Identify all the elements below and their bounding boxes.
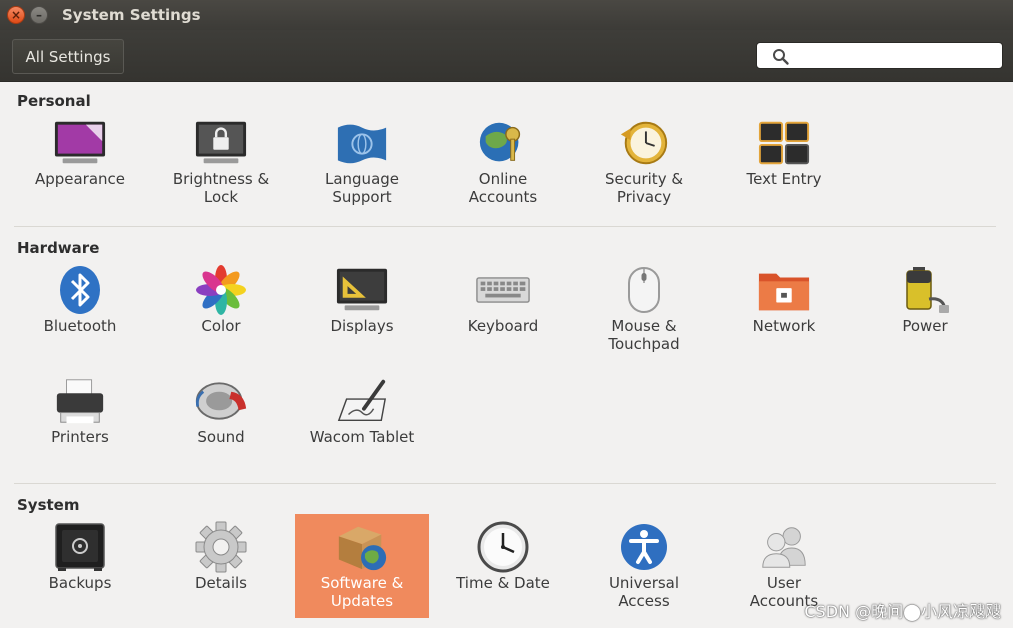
settings-item-security-privacy[interactable]: Security & Privacy (577, 110, 711, 214)
minimize-window-button[interactable]: – (30, 6, 48, 24)
title-bar: × – System Settings (0, 0, 1013, 30)
all-settings-button[interactable]: All Settings (12, 39, 124, 74)
settings-item-language-support[interactable]: Language Support (295, 110, 429, 214)
text-entry-icon (757, 116, 811, 170)
settings-item-color[interactable]: Color (154, 257, 288, 361)
sound-icon (194, 374, 248, 428)
universal-access-icon (617, 520, 671, 574)
watermark: CSDN @晚间⬤小风凉飕飕 (804, 602, 1001, 621)
bluetooth-icon (53, 263, 107, 317)
network-icon (757, 263, 811, 317)
window-title: System Settings (62, 6, 201, 24)
settings-item-power[interactable]: Power (858, 257, 992, 361)
settings-item-backups[interactable]: Backups (13, 514, 147, 618)
backups-icon (53, 520, 107, 574)
appearance-icon (53, 116, 107, 170)
settings-item-sound[interactable]: Sound (154, 368, 288, 472)
software-updates-icon (335, 520, 389, 574)
settings-item-time-date[interactable]: Time & Date (436, 514, 570, 618)
section-divider (14, 483, 996, 484)
settings-item-displays[interactable]: Displays (295, 257, 429, 361)
settings-item-wacom-tablet[interactable]: Wacom Tablet (295, 368, 429, 472)
settings-item-brightness-lock[interactable]: Brightness & Lock (154, 110, 288, 214)
settings-item-bluetooth[interactable]: Bluetooth (13, 257, 147, 361)
displays-icon (335, 263, 389, 317)
settings-item-text-entry[interactable]: Text Entry (717, 110, 851, 214)
settings-item-keyboard[interactable]: Keyboard (436, 257, 570, 361)
section-divider (14, 226, 996, 227)
close-icon: × (10, 8, 22, 22)
keyboard-icon (476, 263, 530, 317)
section-title-hardware: Hardware (17, 239, 100, 257)
power-icon (898, 263, 952, 317)
printer-icon (53, 374, 107, 428)
section-title-personal: Personal (17, 92, 91, 110)
brightness-lock-icon (194, 116, 248, 170)
settings-item-appearance[interactable]: Appearance (13, 110, 147, 214)
settings-item-software-updates[interactable]: Software & Updates (295, 514, 429, 618)
wacom-tablet-icon (335, 374, 389, 428)
toolbar: All Settings (0, 30, 1013, 82)
online-accounts-icon (476, 116, 530, 170)
minimize-icon: – (36, 8, 42, 22)
settings-item-details[interactable]: Details (154, 514, 288, 618)
user-accounts-icon (757, 520, 811, 574)
close-window-button[interactable]: × (7, 6, 25, 24)
section-title-system: System (17, 496, 80, 514)
settings-item-online-accounts[interactable]: Online Accounts (436, 110, 570, 214)
search-input[interactable] (756, 42, 1003, 69)
settings-item-mouse-touchpad[interactable]: Mouse & Touchpad (577, 257, 711, 361)
mouse-icon (617, 263, 671, 317)
settings-item-network[interactable]: Network (717, 257, 851, 361)
settings-item-universal-access[interactable]: Universal Access (577, 514, 711, 618)
language-support-icon (335, 116, 389, 170)
settings-item-printers[interactable]: Printers (13, 368, 147, 472)
color-icon (194, 263, 248, 317)
security-privacy-icon (617, 116, 671, 170)
clock-icon (476, 520, 530, 574)
search-icon (773, 49, 789, 65)
details-icon (194, 520, 248, 574)
